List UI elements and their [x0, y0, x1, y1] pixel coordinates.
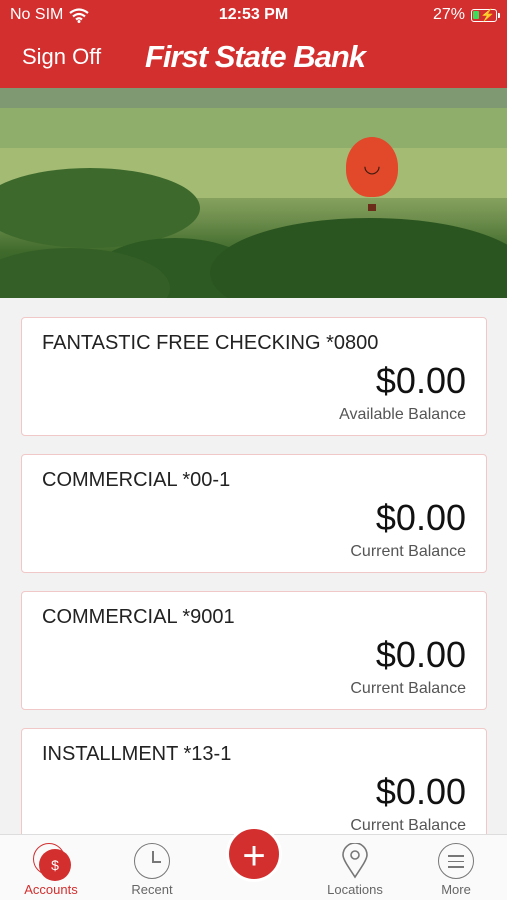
battery-icon: ⚡ — [471, 7, 500, 22]
account-balance: $0.00 — [375, 360, 466, 401]
tab-locations-label: Locations — [327, 882, 383, 897]
status-right: 27% ⚡ — [432, 6, 500, 24]
battery-percent: 27% — [432, 6, 465, 23]
account-name: COMMERCIAL *00-1 — [42, 469, 231, 491]
hero-trees-right — [210, 218, 507, 298]
smiley-icon: ◡ — [363, 155, 381, 177]
account-name: COMMERCIAL *9001 — [42, 606, 235, 628]
clock-icon — [134, 843, 170, 879]
account-balance: $0.00 — [375, 634, 466, 675]
account-name: FANTASTIC FREE CHECKING *0800 — [42, 332, 379, 354]
account-card[interactable]: FANTASTIC FREE CHECKING *0800 $0.00 Avai… — [21, 317, 487, 436]
accounts-dollar-icon: $ — [39, 849, 71, 881]
balance-label: Current Balance — [350, 817, 466, 834]
tab-recent-label: Recent — [131, 882, 173, 897]
balance-label: Current Balance — [350, 680, 466, 697]
account-card[interactable]: COMMERCIAL *00-1 $0.00 Current Balance — [21, 454, 487, 573]
account-balance: $0.00 — [375, 497, 466, 538]
tab-accounts-label: Accounts — [24, 882, 78, 897]
balance-label: Current Balance — [350, 543, 466, 560]
sign-off-button[interactable]: Sign Off — [22, 44, 101, 70]
charging-bolt-icon: ⚡ — [480, 7, 495, 22]
bank-logo-title: First State Bank — [145, 39, 366, 74]
account-name: INSTALLMENT *13-1 — [42, 743, 232, 765]
hero-fields — [0, 108, 507, 148]
hero-hills-far — [0, 88, 507, 108]
screen: No SIM 12:53 PM 27% ⚡ Sign Off First Sta… — [0, 0, 507, 900]
status-bar: No SIM 12:53 PM 27% ⚡ — [0, 0, 507, 30]
tab-locations[interactable]: Locations — [305, 835, 405, 900]
add-button[interactable]: + — [226, 826, 282, 882]
hero-image: ◡ — [0, 88, 507, 298]
tab-accounts[interactable]: $ Accounts — [1, 835, 101, 900]
balance-label: Available Balance — [339, 406, 466, 423]
tab-more-label: More — [441, 882, 471, 897]
tab-more[interactable]: More — [406, 835, 506, 900]
menu-lines — [448, 855, 464, 872]
tab-bar: $ Accounts Recent + Locations More — [0, 826, 507, 900]
battery-fill — [473, 10, 479, 19]
account-card[interactable]: COMMERCIAL *9001 $0.00 Current Balance — [21, 591, 487, 710]
app-header: Sign Off First State Bank — [0, 30, 507, 88]
tab-recent[interactable]: Recent — [102, 835, 202, 900]
accounts-list: FANTASTIC FREE CHECKING *0800 $0.00 Avai… — [21, 317, 487, 865]
balloon-basket — [368, 204, 376, 211]
menu-icon — [438, 843, 474, 879]
status-time: 12:53 PM — [218, 6, 289, 23]
clock-hand-minute — [152, 861, 161, 863]
hot-air-balloon-icon: ◡ — [346, 137, 398, 197]
hero-trees-left — [0, 168, 200, 248]
account-balance: $0.00 — [375, 771, 466, 812]
location-pin-icon — [342, 843, 368, 879]
